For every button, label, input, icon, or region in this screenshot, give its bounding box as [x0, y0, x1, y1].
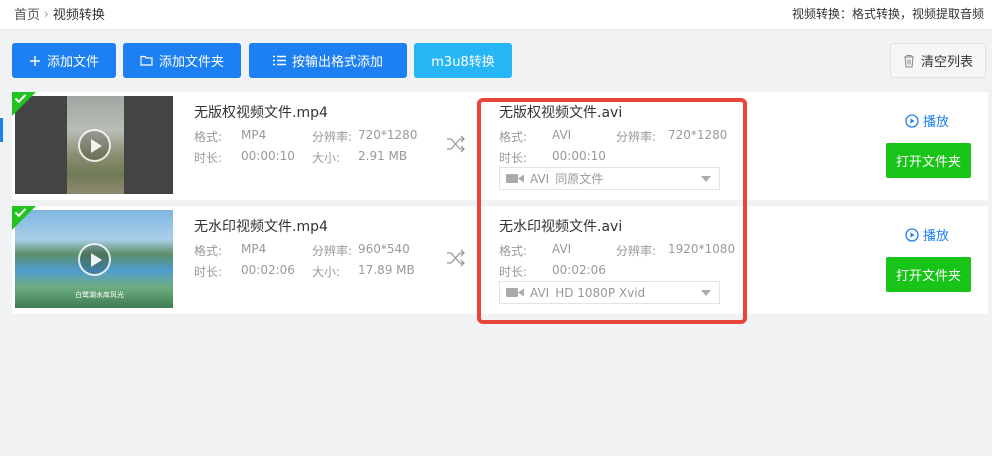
- source-duration-label: 时长:: [194, 151, 223, 165]
- play-button[interactable]: 播放: [905, 111, 949, 130]
- play-circle-icon: [905, 227, 919, 242]
- play-overlay-icon[interactable]: [78, 129, 111, 162]
- side-indicator: [0, 118, 3, 142]
- toolbar: 添加文件 添加文件夹 按输出格式添加 m3u8转换 清空列表: [0, 31, 992, 89]
- source-duration-value: 00:02:06: [241, 263, 295, 277]
- play-circle-icon: [905, 113, 919, 128]
- source-size-label: 大小:: [312, 151, 341, 165]
- output-highlight-box: [477, 98, 747, 324]
- source-format-label: 格式:: [194, 244, 223, 258]
- checkmark-icon: [14, 94, 27, 104]
- video-thumbnail-1[interactable]: [15, 96, 173, 194]
- source-size-value: 17.89 MB: [358, 263, 415, 277]
- source-resolution-label: 分辨率:: [312, 244, 353, 258]
- add-folder-button[interactable]: 添加文件夹: [123, 43, 241, 78]
- source-duration-label: 时长:: [194, 265, 223, 279]
- convert-arrow-icon: [447, 135, 465, 153]
- breadcrumb-home[interactable]: 首页: [14, 4, 40, 23]
- source-format-value: MP4: [241, 128, 267, 142]
- convert-arrow-icon: [447, 249, 465, 267]
- source-format-value: MP4: [241, 242, 267, 256]
- top-bar: 首页 › 视频转换 视频转换：格式转换，视频提取音频: [0, 0, 992, 30]
- add-by-format-label: 按输出格式添加: [291, 55, 383, 70]
- breadcrumb-separator: ›: [44, 6, 49, 21]
- add-file-label: 添加文件: [46, 55, 99, 70]
- m3u8-convert-button[interactable]: m3u8转换: [414, 43, 512, 78]
- source-file-name: 无水印视频文件.mp4: [194, 219, 328, 235]
- video-thumbnail-2[interactable]: 白鹭湖水库风光: [15, 210, 173, 308]
- clear-list-button[interactable]: 清空列表: [890, 43, 986, 78]
- plus-icon: [29, 55, 40, 66]
- source-duration-value: 00:00:10: [241, 149, 295, 163]
- open-folder-button[interactable]: 打开文件夹: [886, 257, 971, 292]
- play-label: 播放: [923, 115, 950, 130]
- trash-icon: [903, 54, 914, 67]
- add-folder-label: 添加文件夹: [158, 55, 224, 70]
- play-label: 播放: [923, 229, 950, 244]
- breadcrumb: 首页 › 视频转换: [14, 4, 105, 24]
- source-file-name: 无版权视频文件.mp4: [194, 105, 328, 121]
- m3u8-label: m3u8转换: [431, 55, 495, 70]
- list-icon: [272, 55, 286, 66]
- open-folder-button[interactable]: 打开文件夹: [886, 143, 971, 178]
- breadcrumb-current: 视频转换: [52, 8, 105, 23]
- source-size-label: 大小:: [312, 265, 341, 279]
- source-size-value: 2.91 MB: [358, 149, 408, 163]
- source-resolution-value: 960*540: [358, 242, 410, 256]
- add-by-format-button[interactable]: 按输出格式添加: [249, 43, 407, 78]
- thumbnail-caption: 白鹭湖水库风光: [75, 291, 124, 299]
- add-file-button[interactable]: 添加文件: [12, 43, 116, 78]
- clear-list-label: 清空列表: [920, 55, 973, 70]
- play-overlay-icon[interactable]: [78, 243, 111, 276]
- checkmark-icon: [14, 208, 27, 218]
- source-resolution-label: 分辨率:: [312, 130, 353, 144]
- source-resolution-value: 720*1280: [358, 128, 418, 142]
- folder-icon: [140, 55, 153, 66]
- source-format-label: 格式:: [194, 130, 223, 144]
- play-button[interactable]: 播放: [905, 225, 949, 244]
- page-description: 视频转换：格式转换，视频提取音频: [791, 7, 984, 21]
